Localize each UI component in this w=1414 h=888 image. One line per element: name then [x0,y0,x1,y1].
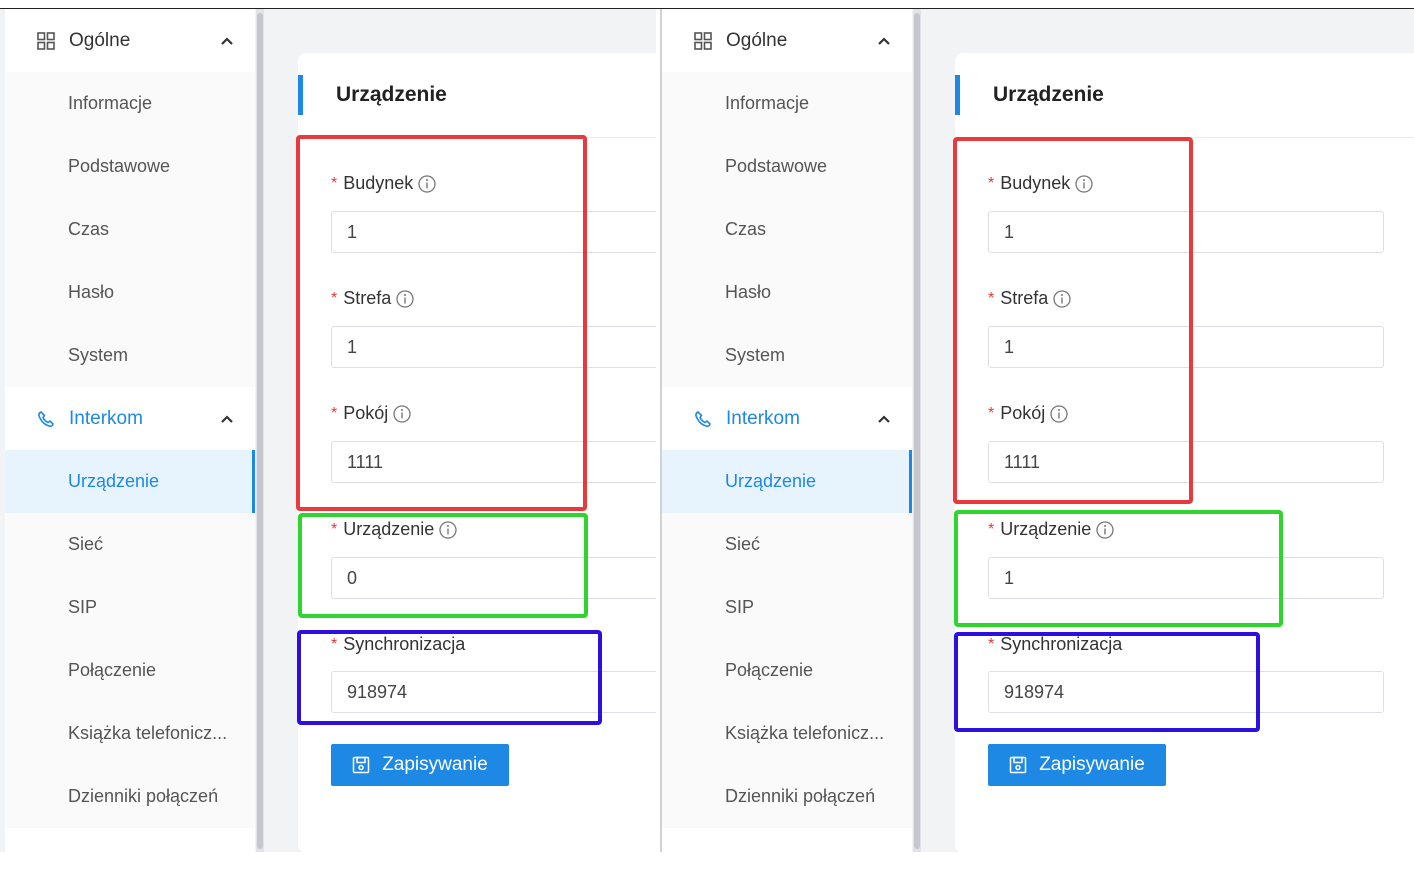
nav-group-label: Interkom [69,407,143,429]
sync-label: * Synchronizacja [331,634,466,654]
building-label: * Budynek [331,173,436,194]
info-icon[interactable] [1096,520,1114,539]
device-card: Urządzenie * Budynek 1 * Strefa 1 * Pokój 1… [955,53,1414,852]
sidebar-item-dzienniki[interactable]: Dzienniki połączeń [662,765,912,828]
sidebar: Ogólne Informacje Podstawowe Czas Hasło … [5,9,255,852]
device-label: * Urządzenie [331,519,457,540]
room-field[interactable]: 1111 [331,441,656,483]
sidebar-item-urzadzenie[interactable]: Urządzenie [662,450,912,513]
info-icon[interactable] [393,404,411,423]
info-icon[interactable] [418,174,436,193]
page-title: Urządzenie [336,83,447,106]
nav-group-label: Ogólne [69,29,131,51]
sidebar-item-urzadzenie[interactable]: Urządzenie [5,450,255,513]
sidebar-item-podstawowe[interactable]: Podstawowe [662,135,912,198]
nav-group-general[interactable]: Ogólne [662,9,912,72]
sync-field[interactable]: 918974 [331,671,656,713]
nav-group-intercom[interactable]: Interkom [662,387,912,450]
grid-icon [37,31,55,50]
room-label: * Pokój [988,403,1068,424]
device-field[interactable]: 0 [331,557,656,599]
chevron-up-icon[interactable] [219,33,235,49]
info-icon[interactable] [1075,174,1093,193]
sidebar-item-dzienniki[interactable]: Dzienniki połączeń [5,765,255,828]
nav-group-label: Ogólne [726,29,788,51]
nav-group-intercom[interactable]: Interkom [5,387,255,450]
sidebar-item-podstawowe[interactable]: Podstawowe [5,135,255,198]
zone-label: * Strefa [988,288,1071,309]
info-icon[interactable] [1050,404,1068,423]
zone-field[interactable]: 1 [988,326,1384,368]
building-field[interactable]: 1 [331,211,656,253]
save-icon [1009,756,1027,774]
save-button[interactable]: Zapisywanie [331,744,509,786]
sidebar-item-czas[interactable]: Czas [662,198,912,261]
sidebar-item-system[interactable]: System [662,324,912,387]
room-field[interactable]: 1111 [988,441,1384,483]
sidebar-item-siec[interactable]: Sieć [662,513,912,576]
chevron-up-icon[interactable] [876,411,892,427]
room-label: * Pokój [331,403,411,424]
page-title: Urządzenie [993,83,1104,106]
device-label: * Urządzenie [988,519,1114,540]
building-field[interactable]: 1 [988,211,1384,253]
nav-group-general[interactable]: Ogólne [5,9,255,72]
chevron-up-icon[interactable] [876,33,892,49]
sync-label: * Synchronizacja [988,634,1123,654]
sidebar-item-siec[interactable]: Sieć [5,513,255,576]
save-button[interactable]: Zapisywanie [988,744,1166,786]
info-icon[interactable] [396,289,414,308]
sidebar-item-informacje[interactable]: Informacje [5,72,255,135]
nav-group-label: Interkom [726,407,800,429]
sidebar-item-czas[interactable]: Czas [5,198,255,261]
phone-icon [37,410,55,428]
chevron-up-icon[interactable] [219,411,235,427]
sidebar-item-sip[interactable]: SIP [5,576,255,639]
sidebar-item-system[interactable]: System [5,324,255,387]
sidebar: Ogólne Informacje Podstawowe Czas Hasło … [662,9,912,852]
grid-icon [694,31,712,50]
zone-field[interactable]: 1 [331,326,656,368]
sidebar-item-haslo[interactable]: Hasło [662,261,912,324]
zone-label: * Strefa [331,288,414,309]
sidebar-item-haslo[interactable]: Hasło [5,261,255,324]
device-card: Urządzenie * Budynek 1 * Strefa 1 * Pokój 1… [298,53,656,852]
sidebar-item-polaczenie[interactable]: Połączenie [662,639,912,702]
right-panel: Ogólne Informacje Podstawowe Czas Hasło … [662,9,1414,852]
sync-field[interactable]: 918974 [988,671,1384,713]
building-label: * Budynek [988,173,1093,194]
sidebar-scrollbar[interactable] [256,9,264,852]
info-icon[interactable] [1053,289,1071,308]
sidebar-item-ksiazka[interactable]: Książka telefonicz... [5,702,255,765]
sidebar-item-informacje[interactable]: Informacje [662,72,912,135]
sidebar-item-ksiazka[interactable]: Książka telefonicz... [662,702,912,765]
sidebar-item-sip[interactable]: SIP [662,576,912,639]
phone-icon [694,410,712,428]
sidebar-scrollbar[interactable] [913,9,921,852]
save-icon [352,756,370,774]
device-field[interactable]: 1 [988,557,1384,599]
left-panel: Ogólne Informacje Podstawowe Czas Hasło … [0,9,656,852]
info-icon[interactable] [439,520,457,539]
sidebar-item-polaczenie[interactable]: Połączenie [5,639,255,702]
